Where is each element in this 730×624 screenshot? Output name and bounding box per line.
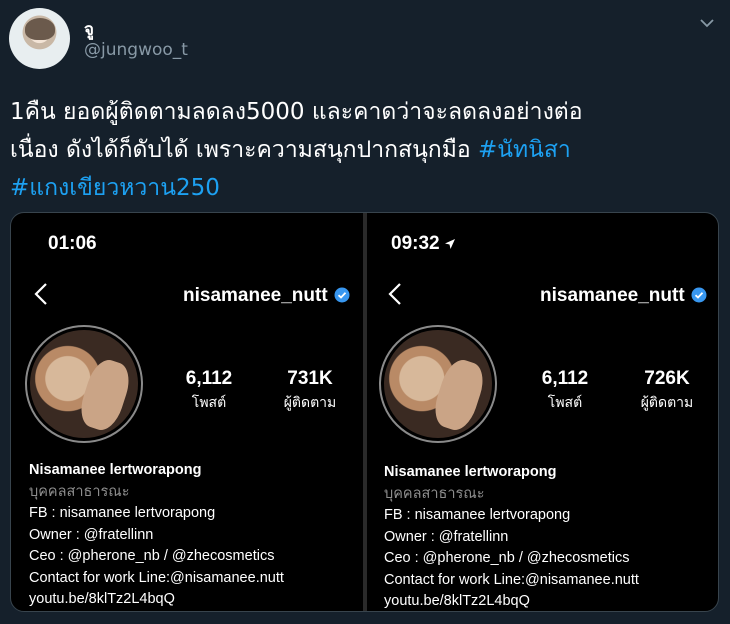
- status-time: 09:32: [391, 233, 456, 255]
- tweet-text: 1คืน ยอดผู้ติดตามลดลง5000 และคาดว่าจะลดล…: [10, 93, 720, 207]
- bio-line: Owner : @fratellinn: [384, 528, 509, 545]
- username-text: nisamanee_nutt: [540, 285, 685, 306]
- bio-category: บุคคลสาธารณะ: [384, 485, 485, 502]
- followers-count: 731K: [287, 368, 333, 389]
- tweet-text-line2: เนื่อง ดังได้ก็ดับได้ เพราะความสนุกปากสน…: [10, 137, 479, 163]
- bio-line: Ceo : @pherone_nb / @zhecosmetics: [29, 548, 275, 564]
- posts-count: 6,112: [185, 368, 233, 389]
- display-name[interactable]: จู: [84, 16, 94, 43]
- status-time: 01:06: [48, 233, 97, 254]
- bio-line: Contact for work Line:@nisamanee.nutt: [29, 569, 284, 586]
- hashtag-link[interactable]: #แกงเขียวหวาน250: [10, 175, 220, 201]
- bio-line: Owner : @fratellinn: [29, 526, 154, 543]
- bio-line: FB : nisamanee lertvorapong: [29, 505, 216, 521]
- screenshot-right[interactable]: 09:32 nisamanee_nutt 6,112 โพสต์ 726K ผู…: [367, 213, 718, 611]
- profile-username: nisamanee_nutt: [540, 285, 707, 307]
- bio-link: youtu.be/8klTz2L4bqQ: [384, 593, 530, 609]
- bio-line: FB : nisamanee lertvorapong: [384, 507, 571, 523]
- profile-picture: [25, 325, 143, 443]
- bio-category: บุคคลสาธารณะ: [29, 483, 130, 500]
- followers-stat: 726K ผู้ติดตาม: [622, 368, 712, 414]
- posts-label: โพสต์: [547, 395, 583, 411]
- profile-username: nisamanee_nutt: [183, 285, 350, 307]
- username-text: nisamanee_nutt: [183, 285, 328, 306]
- bio-line: Contact for work Line:@nisamanee.nutt: [384, 571, 639, 588]
- tweet-media-card[interactable]: 01:06 nisamanee_nutt 6,112 โพสต์ 731K ผู…: [10, 212, 719, 612]
- posts-label: โพสต์: [191, 395, 227, 411]
- bio-name: Nisamanee lertworapong: [384, 464, 557, 480]
- status-time-text: 09:32: [391, 233, 440, 254]
- posts-stat: 6,112 โพสต์: [520, 368, 610, 414]
- profile-picture: [379, 325, 497, 443]
- followers-count: 726K: [644, 368, 690, 389]
- followers-stat: 731K ผู้ติดตาม: [265, 368, 355, 414]
- posts-stat: 6,112 โพสต์: [164, 368, 254, 414]
- back-arrow-icon: [388, 283, 401, 305]
- bio-link: youtu.be/8klTz2L4bqQ: [29, 591, 175, 607]
- user-handle[interactable]: @jungwoo_t: [84, 40, 188, 60]
- user-avatar[interactable]: [9, 8, 70, 69]
- back-arrow-icon: [34, 283, 47, 305]
- location-arrow-icon: [444, 238, 455, 249]
- bio-line: Ceo : @pherone_nb / @zhecosmetics: [384, 550, 630, 566]
- bio-name: Nisamanee lertworapong: [29, 462, 202, 478]
- profile-bio: Nisamanee lertworapong บุคคลสาธารณะ FB :…: [29, 460, 284, 611]
- hashtag-link[interactable]: #นัทนิสา: [478, 137, 571, 163]
- verified-badge-icon: [691, 287, 707, 303]
- tweet-text-line1: 1คืน ยอดผู้ติดตามลดลง5000 และคาดว่าจะลดล…: [10, 99, 583, 125]
- profile-bio: Nisamanee lertworapong บุคคลสาธารณะ FB :…: [384, 462, 639, 611]
- posts-count: 6,112: [541, 368, 589, 389]
- verified-badge-icon: [334, 287, 350, 303]
- screenshot-left[interactable]: 01:06 nisamanee_nutt 6,112 โพสต์ 731K ผู…: [11, 213, 363, 611]
- chevron-down-icon[interactable]: [698, 14, 716, 32]
- followers-label: ผู้ติดตาม: [283, 395, 337, 411]
- followers-label: ผู้ติดตาม: [640, 395, 694, 411]
